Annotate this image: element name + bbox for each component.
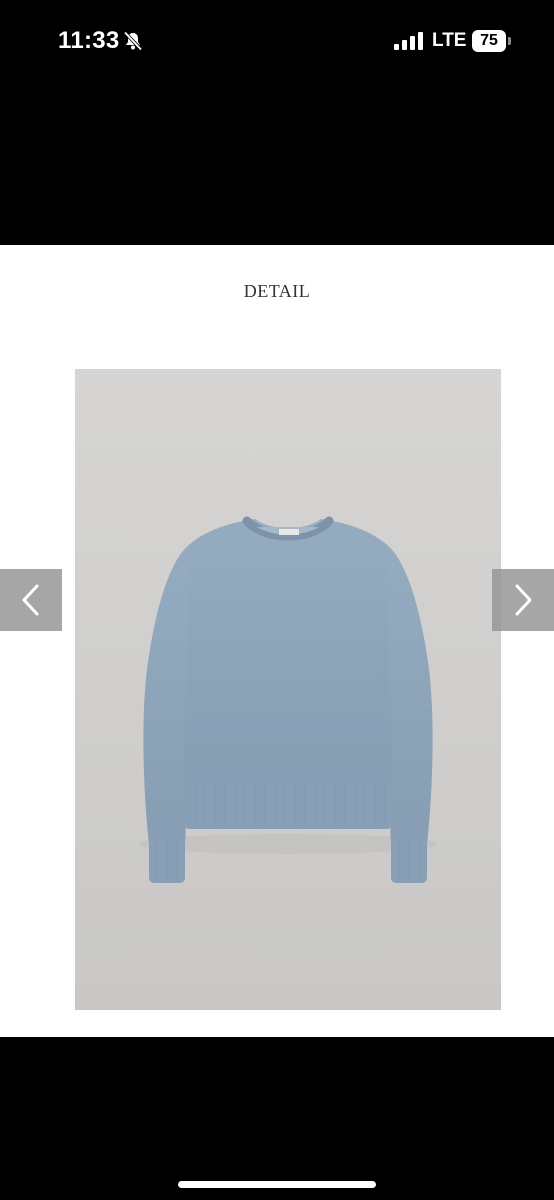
status-bar: 11:33 LTE 75	[0, 0, 554, 84]
chevron-right-icon	[515, 584, 532, 616]
sweater-photo[interactable]	[75, 369, 501, 1010]
chevron-left-icon	[22, 584, 39, 616]
section-title: DETAIL	[243, 281, 311, 301]
battery-level: 75	[472, 30, 506, 52]
cellular-signal-icon	[394, 32, 423, 50]
network-type: LTE	[432, 30, 467, 51]
sweater-image	[138, 516, 438, 883]
home-indicator[interactable]	[178, 1181, 376, 1188]
status-time: 11:33	[58, 27, 120, 54]
battery-cap	[508, 37, 511, 45]
product-detail-section: DETAIL	[0, 245, 554, 1037]
next-image-button[interactable]	[492, 569, 554, 631]
bell-slash-icon	[123, 31, 143, 51]
battery-icon: 75	[472, 30, 512, 52]
previous-image-button[interactable]	[0, 569, 62, 631]
